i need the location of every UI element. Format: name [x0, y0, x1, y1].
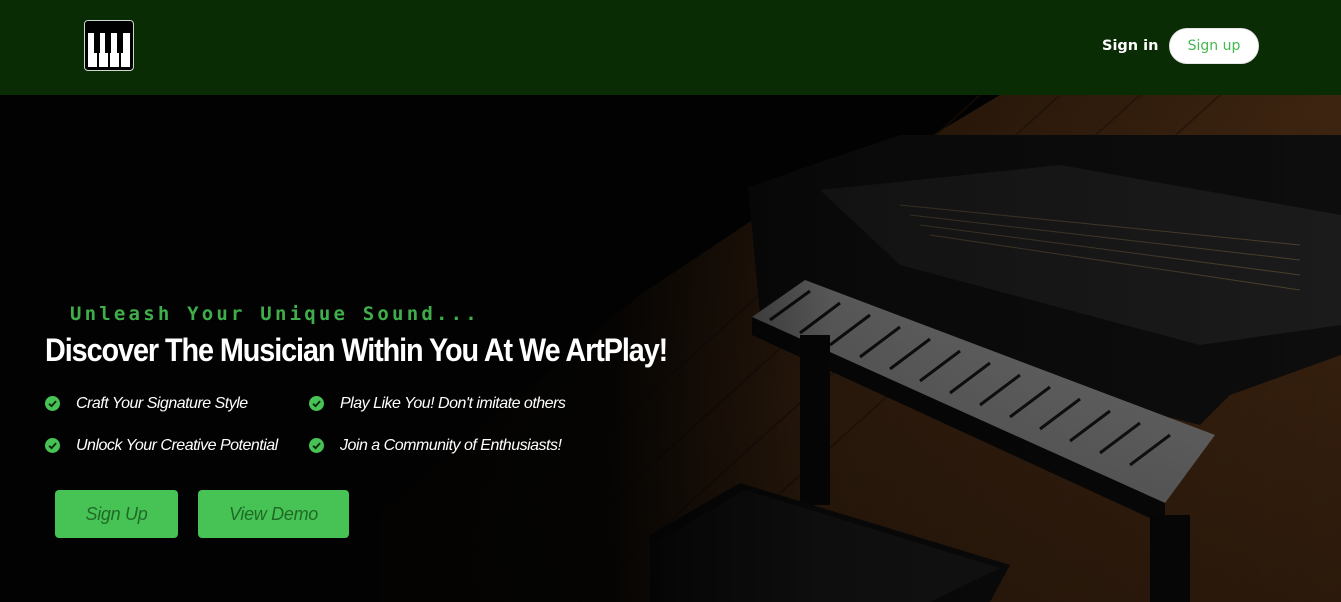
sign-up-button-header[interactable]: Sign up	[1169, 28, 1259, 64]
hero-tagline: Unleash Your Unique Sound...	[70, 303, 480, 325]
check-circle-icon	[309, 396, 324, 411]
feature-label: Unlock Your Creative Potential	[76, 437, 278, 454]
check-circle-icon	[309, 438, 324, 453]
sign-in-link[interactable]: Sign in	[1102, 36, 1158, 56]
view-demo-button[interactable]: View Demo	[198, 490, 349, 538]
check-circle-icon	[45, 438, 60, 453]
sign-up-button[interactable]: Sign Up	[55, 490, 178, 538]
feature-label: Join a Community of Enthusiasts!	[340, 437, 562, 454]
feature-label: Play Like You! Don't imitate others	[340, 395, 566, 412]
piano-logo-icon[interactable]	[84, 20, 134, 71]
feature-label: Craft Your Signature Style	[76, 395, 248, 412]
hero-headline: Discover The Musician Within You At We A…	[45, 332, 668, 368]
hero-section: Unleash Your Unique Sound... Discover Th…	[0, 95, 1341, 602]
check-circle-icon	[45, 396, 60, 411]
top-nav-bar: Sign in Sign up	[0, 0, 1341, 95]
